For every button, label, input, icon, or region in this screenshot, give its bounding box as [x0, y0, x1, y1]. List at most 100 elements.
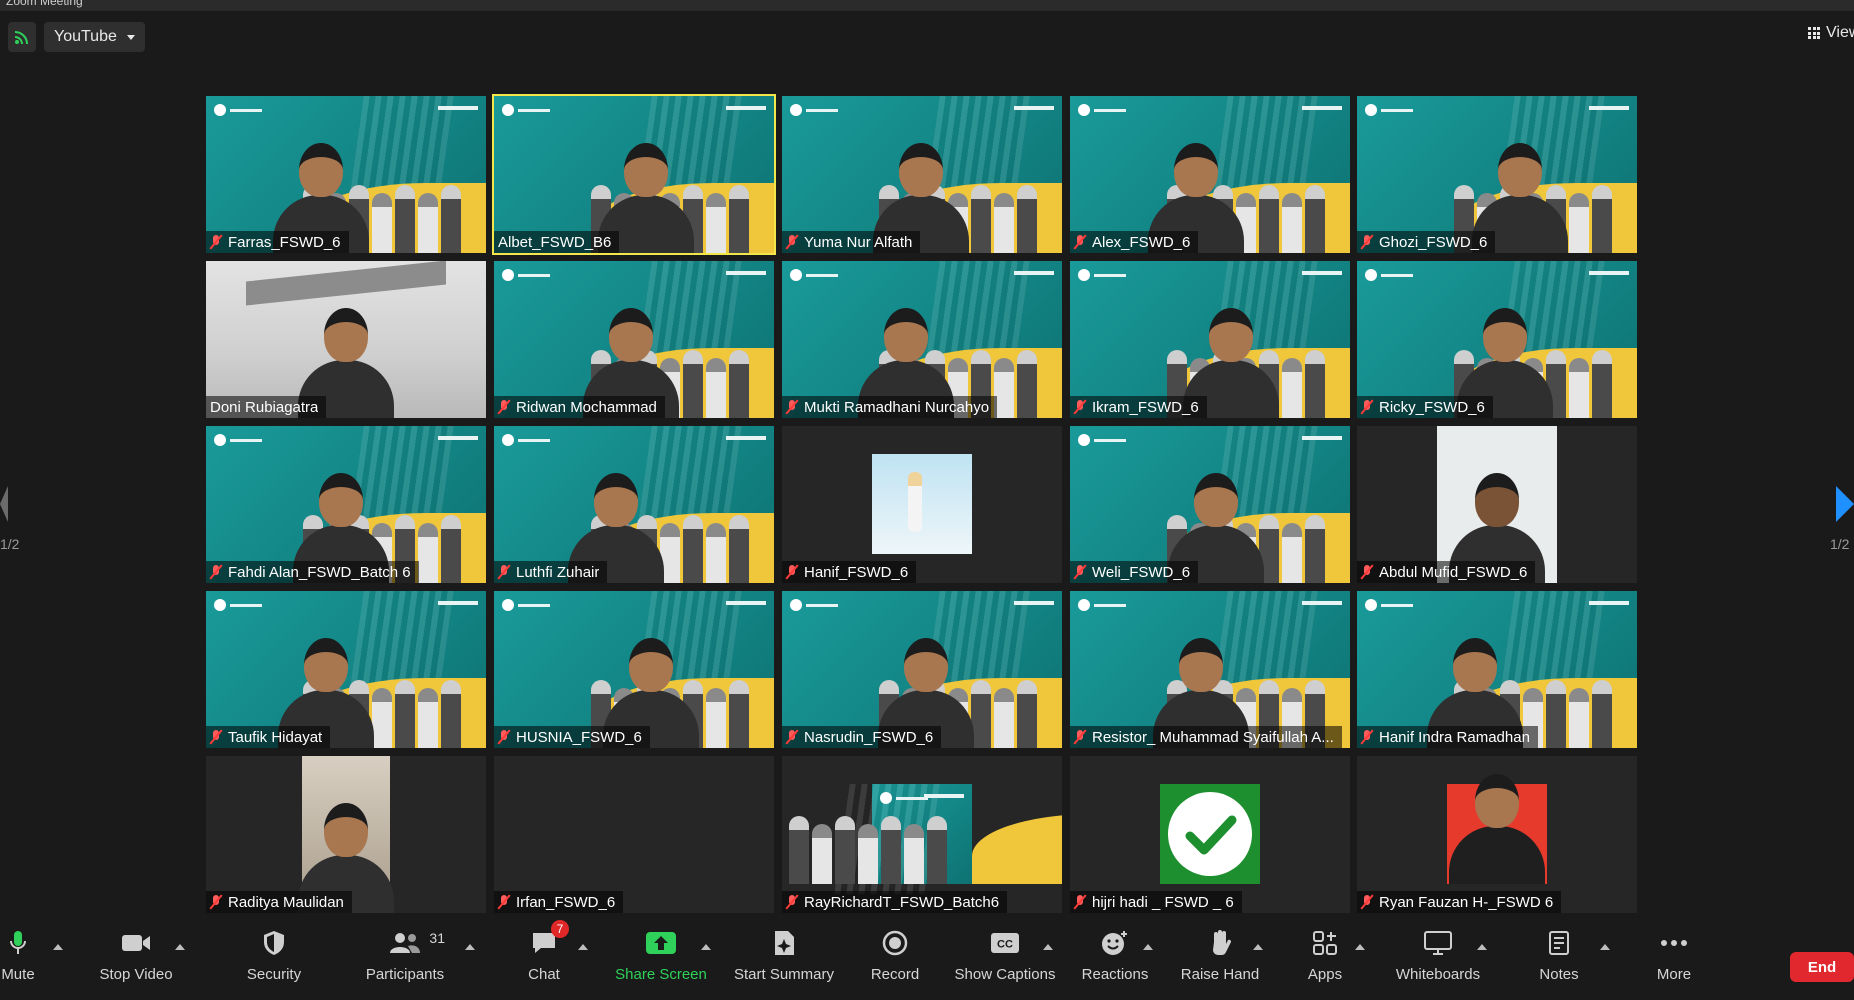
apps-button[interactable]: Apps — [1306, 920, 1344, 1000]
mic-muted-icon — [498, 729, 510, 745]
participant-tile[interactable]: Luthfi Zuhair — [494, 426, 774, 583]
participant-tile[interactable]: Ghozi_FSWD_6 — [1357, 96, 1637, 253]
participant-tile[interactable]: Hanif Indra Ramadhan — [1357, 591, 1637, 748]
mic-muted-icon — [786, 399, 798, 415]
apps-options-chevron-icon[interactable] — [1355, 944, 1365, 950]
participant-name: Weli_FSWD_6 — [1092, 563, 1191, 581]
end-meeting-button[interactable]: End — [1790, 952, 1854, 982]
participant-tile[interactable]: Albet_FSWD_B6 — [492, 94, 776, 255]
participant-tile[interactable]: Mukti Ramadhani Nurcahyo — [782, 261, 1062, 418]
security-label: Security — [246, 966, 302, 983]
virtual-background — [789, 784, 1062, 894]
participant-tile[interactable]: Nasrudin_FSWD_6 — [782, 591, 1062, 748]
participant-tile[interactable]: Resistor_ Muhammad Syaifullah A... — [1070, 591, 1350, 748]
whiteboards-label: Whiteboards — [1395, 966, 1481, 983]
participant-name: Hanif Indra Ramadhan — [1379, 728, 1530, 746]
participant-tile[interactable]: HUSNIA_FSWD_6 — [494, 591, 774, 748]
participant-tile[interactable]: Fahdi Alan_FSWD_Batch 6 — [206, 426, 486, 583]
raise-hand-options-chevron-icon[interactable] — [1253, 944, 1263, 950]
participant-tile[interactable]: RayRichardT_FSWD_Batch6 — [782, 756, 1062, 913]
next-page-arrow-icon[interactable] — [1836, 486, 1854, 522]
participant-name: Yuma Nur Alfath — [804, 233, 913, 251]
previous-page-arrow-icon[interactable] — [0, 486, 8, 522]
participant-name-bar: Mukti Ramadhani Nurcahyo — [782, 396, 998, 418]
top-bar-left: YouTube — [8, 22, 145, 52]
participant-name: Ikram_FSWD_6 — [1092, 398, 1199, 416]
share-screen-label: Share Screen — [615, 966, 707, 983]
security-button[interactable]: Security — [240, 920, 308, 1000]
notes-options-chevron-icon[interactable] — [1600, 944, 1610, 950]
share-screen-button[interactable]: Share Screen — [615, 920, 707, 1000]
view-label: View — [1826, 24, 1854, 41]
participant-name: Hanif_FSWD_6 — [804, 563, 909, 581]
participant-name: Irfan_FSWD_6 — [516, 893, 616, 911]
mic-muted-icon — [1074, 894, 1086, 910]
participant-name-bar: RayRichardT_FSWD_Batch6 — [782, 891, 1008, 913]
participant-tile[interactable]: Abdul Mufid_FSWD_6 — [1357, 426, 1637, 583]
participant-name: Resistor_ Muhammad Syaifullah A... — [1092, 728, 1334, 746]
participant-tile[interactable]: Irfan_FSWD_6 — [494, 756, 774, 913]
participant-tile[interactable]: Alex_FSWD_6 — [1070, 96, 1350, 253]
participant-tile[interactable]: Ricky_FSWD_6 — [1357, 261, 1637, 418]
live-stream-button[interactable] — [8, 22, 36, 52]
microphone-icon — [10, 931, 26, 954]
share-options-chevron-icon[interactable] — [701, 944, 711, 950]
chat-options-chevron-icon[interactable] — [578, 944, 588, 950]
mic-muted-icon — [1361, 234, 1373, 250]
participant-tile[interactable]: Taufik Hidayat — [206, 591, 486, 748]
profile-picture — [1160, 784, 1260, 884]
reactions-label: Reactions — [1081, 966, 1149, 983]
participant-name: Raditya Maulidan — [228, 893, 344, 911]
participant-name: Ghozi_FSWD_6 — [1379, 233, 1488, 251]
participants-button[interactable]: 31 Participants — [364, 920, 446, 1000]
more-button[interactable]: More — [1650, 920, 1698, 1000]
participant-tile[interactable]: Ikram_FSWD_6 — [1070, 261, 1350, 418]
stop-video-button[interactable]: Stop Video — [94, 920, 178, 1000]
whiteboards-button[interactable]: Whiteboards — [1392, 920, 1484, 1000]
record-button[interactable]: Record — [868, 920, 922, 1000]
participant-name: Fahdi Alan_FSWD_Batch 6 — [228, 563, 411, 581]
profile-picture — [1437, 426, 1557, 583]
participant-tile[interactable]: Ryan Fauzan H-_FSWD 6 — [1357, 756, 1637, 913]
participant-tile[interactable]: Yuma Nur Alfath — [782, 96, 1062, 253]
participant-name-bar: Farras_FSWD_6 — [206, 231, 349, 253]
captions-options-chevron-icon[interactable] — [1043, 944, 1053, 950]
participant-tile[interactable]: Raditya Maulidan — [206, 756, 486, 913]
participant-tile[interactable]: hijri hadi _ FSWD _ 6 — [1070, 756, 1350, 913]
mute-options-chevron-icon[interactable] — [53, 944, 63, 950]
video-options-chevron-icon[interactable] — [175, 944, 185, 950]
profile-picture — [789, 784, 1062, 894]
meeting-toolbar: Mute Stop Video Security 31 Participants… — [0, 920, 1854, 1000]
show-captions-button[interactable]: CC Show Captions — [954, 920, 1056, 1000]
participant-tile[interactable]: Hanif_FSWD_6 — [782, 426, 1062, 583]
reactions-button[interactable]: Reactions — [1080, 920, 1150, 1000]
grid-view-icon — [1808, 27, 1820, 39]
participant-name-bar: Taufik Hidayat — [206, 726, 331, 748]
end-label: End — [1807, 958, 1837, 976]
reactions-options-chevron-icon[interactable] — [1143, 944, 1153, 950]
participant-tile[interactable]: Ridwan Mochammad — [494, 261, 774, 418]
smiley-plus-icon — [1102, 931, 1127, 955]
participant-tile[interactable]: Doni Rubiagatra — [206, 261, 486, 418]
participants-options-chevron-icon[interactable] — [465, 944, 475, 950]
notes-button[interactable]: Notes — [1538, 920, 1580, 1000]
mute-button[interactable]: Mute — [0, 920, 36, 1000]
source-select-dropdown[interactable]: YouTube — [44, 22, 145, 52]
participant-name-bar: Raditya Maulidan — [206, 891, 352, 913]
participant-name: RayRichardT_FSWD_Batch6 — [804, 893, 1000, 911]
participant-name-bar: Albet_FSWD_B6 — [494, 231, 620, 253]
participant-tile[interactable]: Farras_FSWD_6 — [206, 96, 486, 253]
raise-hand-button[interactable]: Raise Hand — [1180, 920, 1260, 1000]
window-title: Zoom Meeting — [6, 0, 83, 8]
participant-name-bar: Ryan Fauzan H-_FSWD 6 — [1357, 891, 1562, 913]
start-summary-button[interactable]: Start Summary — [732, 920, 836, 1000]
whiteboards-options-chevron-icon[interactable] — [1477, 944, 1487, 950]
chat-button[interactable]: 7 Chat — [524, 920, 569, 1000]
participant-name-bar: Weli_FSWD_6 — [1070, 561, 1199, 583]
participant-name-bar: Hanif_FSWD_6 — [782, 561, 917, 583]
mute-label: Mute — [1, 966, 35, 983]
view-button[interactable]: View — [1808, 24, 1854, 42]
participant-tile[interactable]: Weli_FSWD_6 — [1070, 426, 1350, 583]
chat-label: Chat — [528, 966, 560, 983]
participants-icon — [390, 933, 420, 953]
